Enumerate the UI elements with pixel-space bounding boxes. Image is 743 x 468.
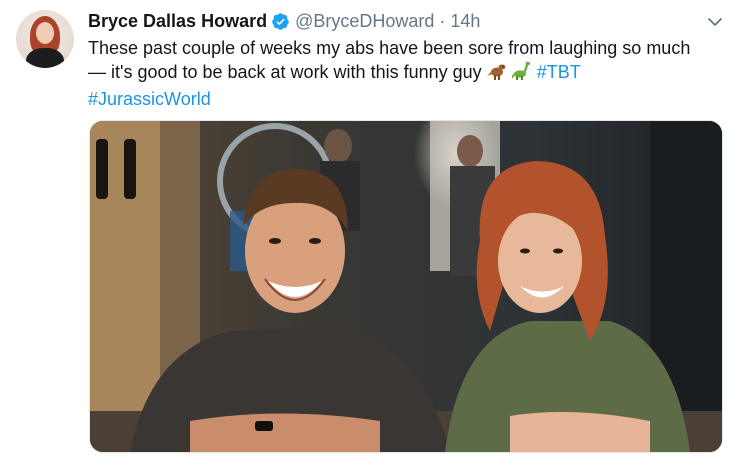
chevron-down-icon[interactable] — [705, 12, 725, 32]
tweet-header: Bryce Dallas Howard @BryceDHoward · 14h — [88, 9, 480, 33]
tweet-text-line-1: These past couple of weeks my abs have b… — [88, 38, 691, 58]
tweet-text: These past couple of weeks my abs have b… — [88, 36, 728, 111]
author-handle[interactable]: @BryceDHoward — [295, 11, 434, 32]
hashtag-tbt[interactable]: #TBT — [537, 62, 581, 82]
header-separator: · — [439, 10, 446, 31]
tweet-timestamp[interactable]: 14h — [450, 11, 480, 32]
avatar-dress — [26, 48, 64, 68]
tweet-photo[interactable] — [89, 120, 723, 453]
author-name[interactable]: Bryce Dallas Howard — [88, 11, 267, 32]
author-avatar[interactable] — [16, 10, 74, 68]
t-rex-emoji — [486, 61, 507, 87]
tweet-text-line-2-wrap: — it's good to be back at work with this… — [88, 60, 728, 87]
tweet-text-line-2: — it's good to be back at work with this… — [88, 62, 482, 82]
avatar-face — [36, 22, 54, 44]
tweet-card[interactable]: Bryce Dallas Howard @BryceDHoward · 14h … — [0, 0, 743, 468]
verified-badge-icon — [271, 12, 290, 31]
hashtag-jurassicworld[interactable]: #JurassicWorld — [88, 87, 728, 111]
sauropod-emoji — [510, 61, 532, 87]
